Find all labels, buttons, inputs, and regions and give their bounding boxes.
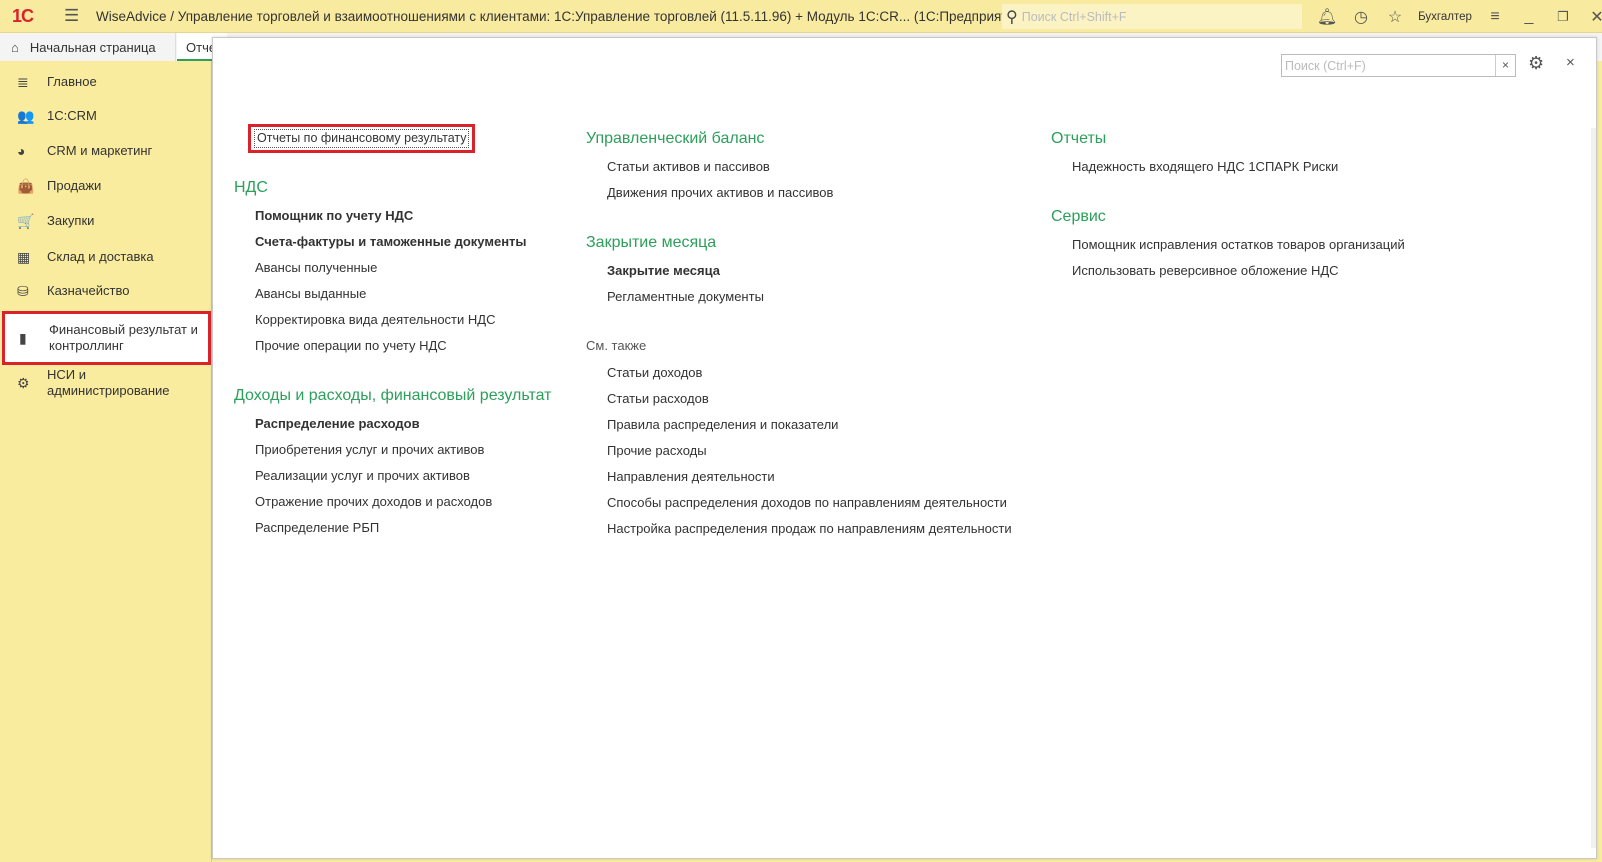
settings-menu-icon[interactable]: ≡ xyxy=(1478,8,1512,26)
report-link[interactable]: Прочие операции по учету НДС xyxy=(234,338,551,364)
sidebar-item-label: Казначейство xyxy=(47,283,130,298)
global-search-placeholder: Поиск Ctrl+Shift+F xyxy=(1021,9,1127,24)
report-link[interactable]: Правила распределения и показатели xyxy=(586,417,1012,443)
main-report-link[interactable]: Отчеты по финансовому результату xyxy=(248,124,475,153)
sidebar-item[interactable]: ⚙ НСИ и администрирование xyxy=(0,363,212,403)
bell-icon[interactable]: 🔔︎ xyxy=(1310,7,1344,27)
sidebar-item-label: Закупки xyxy=(47,213,95,228)
star-icon[interactable]: ☆ xyxy=(1378,7,1412,27)
group-heading: Сервис xyxy=(1051,208,1106,225)
report-link[interactable]: Направления деятельности xyxy=(586,469,1012,495)
report-link[interactable]: Использовать реверсивное обложение НДС xyxy=(1051,263,1405,289)
report-link[interactable]: Помощник исправления остатков товаров ор… xyxy=(1051,237,1405,263)
sidebar-item-label: Продажи xyxy=(47,178,102,193)
report-link[interactable]: Статьи активов и пассивов xyxy=(586,159,1012,185)
sidebar: ≣ Главное 👥 1С:CRM ◕ CRM и маркетинг 👜 Продажи 🛒… xyxy=(0,61,212,862)
report-link[interactable]: Распределение расходов xyxy=(234,416,551,442)
close-panel-icon[interactable]: × xyxy=(1566,54,1575,71)
section-icon: 👜 xyxy=(17,177,35,194)
section-icon: ⛁ xyxy=(17,282,29,299)
report-column: Управленческий баланс Статьи активов и па… xyxy=(586,128,1012,547)
report-link[interactable]: Способы распределения доходов по направл… xyxy=(586,495,1012,521)
section-icon: ⚙ xyxy=(17,374,30,391)
menu-icon[interactable]: ☰ xyxy=(64,6,84,26)
tab-home[interactable]: ⌂ Начальная страница xyxy=(0,33,176,61)
section-icon: 🛒 xyxy=(17,212,35,229)
report-link[interactable]: Закрытие месяца xyxy=(586,263,1012,289)
search-icon: ⚲ xyxy=(1006,8,1018,26)
report-link[interactable]: Статьи расходов xyxy=(586,391,1012,417)
report-link[interactable]: Авансы полученные xyxy=(234,260,551,286)
report-link[interactable]: Прочие расходы xyxy=(586,443,1012,469)
main-report-link-label: Отчеты по финансовому результату xyxy=(254,129,469,148)
form-search-input[interactable] xyxy=(1282,55,1495,76)
sidebar-item-label: Главное xyxy=(47,74,97,89)
home-icon: ⌂ xyxy=(11,39,19,55)
sidebar-item-label: НСИ и администрирование xyxy=(47,367,170,398)
report-link[interactable]: Регламентные документы xyxy=(586,289,1012,315)
report-link[interactable]: Корректировка вида деятельности НДС xyxy=(234,312,551,338)
group-heading: Управленческий баланс xyxy=(586,130,765,147)
close-icon[interactable]: ✕ xyxy=(1580,7,1602,27)
window-title: WiseAdvice / Управление торговлей и взаи… xyxy=(96,8,1028,24)
group-heading: См. также xyxy=(586,338,647,353)
clear-search-icon[interactable]: × xyxy=(1495,55,1515,76)
sidebar-item[interactable]: ≣ Главное xyxy=(0,71,212,93)
global-search[interactable]: ⚲ Поиск Ctrl+Shift+F xyxy=(1002,4,1302,29)
section-icon: ▮ xyxy=(19,329,27,346)
user-name[interactable]: Бухгалтер xyxy=(1412,11,1478,23)
report-link[interactable]: Помощник по учету НДС xyxy=(234,208,551,234)
report-link[interactable]: Движения прочих активов и пассивов xyxy=(586,185,1012,211)
report-link[interactable]: Реализации услуг и прочих активов xyxy=(234,468,551,494)
report-link[interactable]: Приобретения услуг и прочих активов xyxy=(234,442,551,468)
reports-panel: × ⚙ × Отчеты по финансовому результату Н… xyxy=(212,37,1597,859)
sidebar-item-label: Финансовый результат и контроллинг xyxy=(49,322,198,353)
sidebar-item-label: 1С:CRM xyxy=(47,108,97,123)
report-link[interactable]: Отражение прочих доходов и расходов xyxy=(234,494,551,520)
sidebar-item[interactable]: 👜 Продажи xyxy=(0,175,212,197)
sidebar-item[interactable]: 👥 1С:CRM xyxy=(0,105,212,127)
section-icon: ◕ xyxy=(17,143,26,159)
minimize-icon[interactable]: _ xyxy=(1512,8,1546,26)
sidebar-item[interactable]: ▦ Склад и доставка xyxy=(0,246,212,268)
report-link[interactable]: Распределение РБП xyxy=(234,520,551,546)
report-column: НДС Помощник по учету НДС Счета-фактуры и … xyxy=(234,177,551,546)
group-heading: НДС xyxy=(234,179,268,196)
title-bar: 1С ☰ WiseAdvice / Управление торговлей и… xyxy=(0,0,1602,33)
group-heading: Закрытие месяца xyxy=(586,234,717,251)
sidebar-item-label: CRM и маркетинг xyxy=(47,143,153,158)
report-link[interactable]: Статьи доходов xyxy=(586,365,1012,391)
sidebar-item-label: Склад и доставка xyxy=(47,249,154,264)
report-link[interactable]: Счета-фактуры и таможенные документы xyxy=(234,234,551,260)
section-icon: ≣ xyxy=(17,73,29,90)
sidebar-item[interactable]: ▮ Финансовый результат и контроллинг xyxy=(2,311,211,365)
report-link[interactable]: Авансы выданные xyxy=(234,286,551,312)
history-icon[interactable]: ◷ xyxy=(1344,7,1378,27)
scrollbar[interactable] xyxy=(1591,128,1596,848)
restore-icon[interactable]: ❐ xyxy=(1546,9,1580,25)
report-link[interactable]: Настройка распределения продаж по направ… xyxy=(586,521,1012,547)
1c-logo: 1С xyxy=(12,5,34,26)
group-heading: Доходы и расходы, финансовый результат xyxy=(234,387,552,404)
sidebar-item[interactable]: 🛒 Закупки xyxy=(0,210,212,232)
form-search: × xyxy=(1281,54,1516,77)
section-icon: ▦ xyxy=(17,248,31,265)
section-icon: 👥 xyxy=(17,107,35,124)
report-column: Отчеты Надежность входящего НДС 1СПАРК Ри… xyxy=(1051,128,1405,289)
report-link[interactable]: Надежность входящего НДС 1СПАРК Риски xyxy=(1051,159,1405,185)
sidebar-item[interactable]: ◕ CRM и маркетинг xyxy=(0,140,212,162)
sidebar-item[interactable]: ⛁ Казначейство xyxy=(0,280,212,302)
gear-icon[interactable]: ⚙ xyxy=(1528,53,1544,74)
tab-home-label: Начальная страница xyxy=(29,39,156,55)
group-heading: Отчеты xyxy=(1051,130,1107,147)
